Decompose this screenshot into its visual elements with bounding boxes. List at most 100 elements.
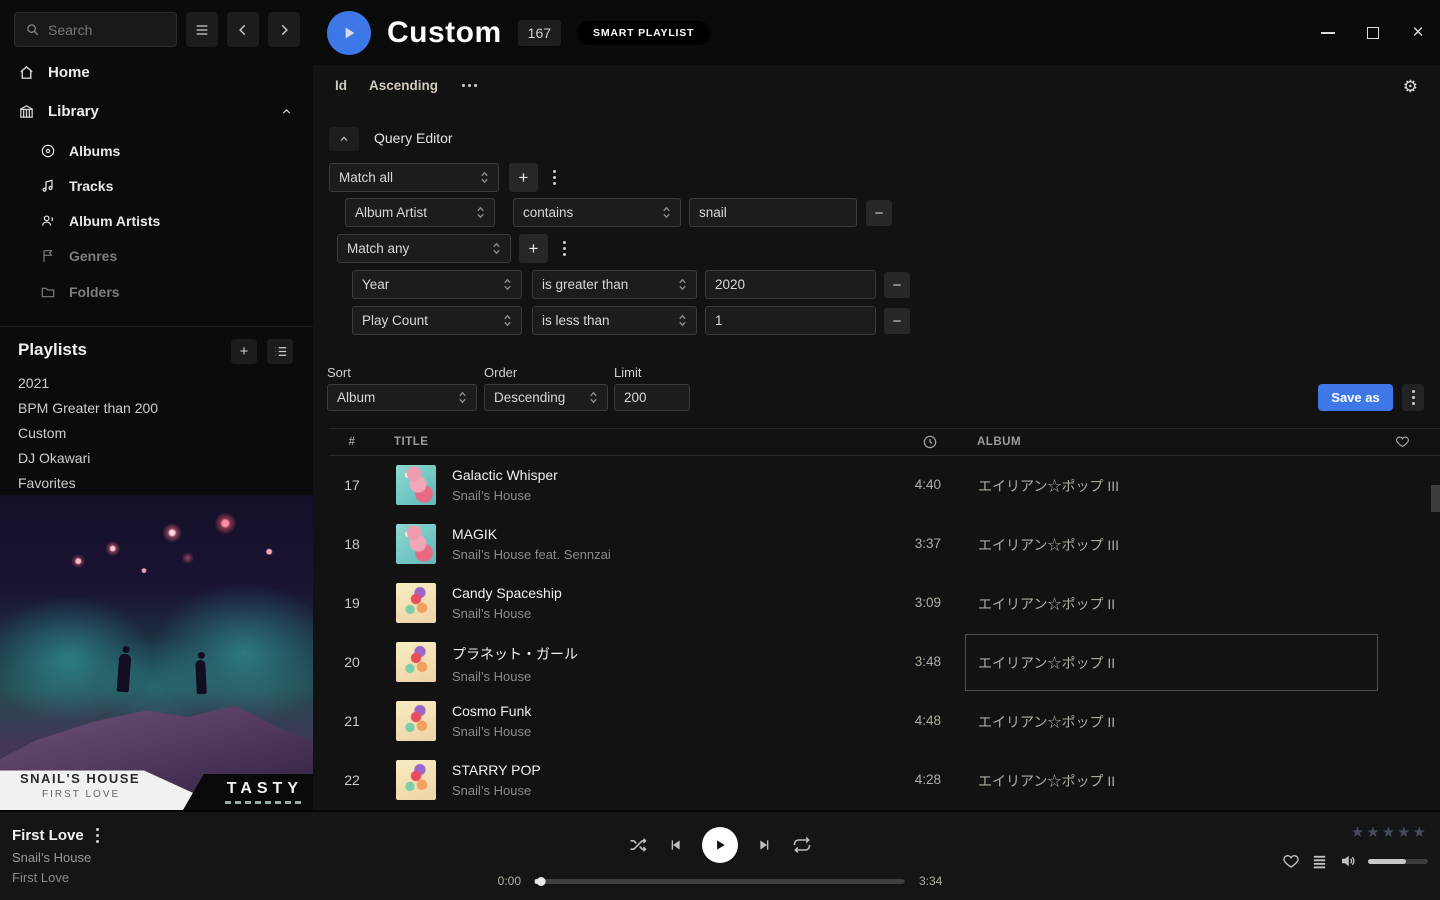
favorite-column-icon[interactable] [1395,434,1410,449]
favorite-icon[interactable] [1282,852,1300,870]
column-number[interactable]: # [329,436,375,448]
sort-field-button[interactable]: Id [335,78,347,93]
rule-field-select[interactable]: Year [352,270,522,299]
column-title[interactable]: TITLE [394,436,428,448]
table-row[interactable]: 19 Candy Spaceship Snail’s House 3:09 エイ… [329,574,1440,633]
track-artist[interactable]: Snail’s House [452,724,531,739]
shuffle-button[interactable] [628,835,648,855]
track-artist[interactable]: Snail’s House feat. Sennzai [452,547,611,562]
add-rule-button[interactable]: + [509,163,538,192]
track-album-cell[interactable]: エイリアン☆ポップ II [965,693,1378,750]
add-playlist-button[interactable]: + [231,339,257,364]
volume-slider[interactable] [1368,859,1428,864]
playlist-list-icon[interactable] [267,339,293,364]
now-playing-artist[interactable]: Snail’s House [12,850,91,865]
limit-input[interactable] [614,384,690,411]
track-duration: 4:48 [829,713,941,728]
repeat-button[interactable] [792,835,812,855]
track-artist[interactable]: Snail’s House [452,669,578,684]
sidebar-item-folders[interactable]: Folders [40,284,120,300]
add-subrule-button[interactable]: + [519,234,548,263]
artist-icon [40,213,56,229]
save-as-button[interactable]: Save as [1318,384,1393,411]
play-playlist-button[interactable] [327,11,371,55]
sort-select[interactable]: Album [327,384,477,411]
playlist-item[interactable]: 2021 [18,371,268,396]
more-options-icon[interactable] [460,84,478,87]
subgroup-menu-icon[interactable] [555,234,573,263]
playlist-item[interactable]: BPM Greater than 200 [18,396,268,421]
play-button[interactable] [702,827,738,863]
rule-value-input[interactable] [689,198,857,227]
sidebar-item-library[interactable]: Library [18,103,99,120]
menu-icon[interactable] [186,12,218,47]
next-button[interactable] [757,837,773,853]
sidebar-item-label: Tracks [69,178,113,194]
table-row[interactable]: 21 Cosmo Funk Snail’s House 4:48 エイリアン☆ポ… [329,692,1440,751]
star-icon[interactable]: ★ [1382,823,1395,841]
sidebar-item-tracks[interactable]: Tracks [40,178,113,194]
now-playing-title[interactable]: First Love [12,827,84,844]
now-playing-menu-icon[interactable] [96,826,99,844]
track-artist[interactable]: Snail’s House [452,606,562,621]
maximize-button[interactable] [1365,25,1381,41]
table-row[interactable]: 20 プラネット・ガール Snail’s House 3:48 エイリアン☆ポッ… [329,633,1440,692]
query-editor-collapse-button[interactable] [329,127,359,151]
sidebar-item-albums[interactable]: Albums [40,143,120,159]
previous-button[interactable] [667,837,683,853]
sidebar-item-album-artists[interactable]: Album Artists [40,213,160,229]
remove-rule-button[interactable]: − [884,308,910,334]
rule-value-input[interactable] [705,270,876,299]
rule-field-select[interactable]: Album Artist [345,198,495,227]
seek-bar[interactable] [535,879,905,884]
playlist-item[interactable]: Custom [18,421,268,446]
star-icon[interactable]: ★ [1397,823,1410,841]
rule-group-menu-icon[interactable] [545,163,563,192]
sort-direction-button[interactable]: Ascending [369,78,438,93]
playlist-item[interactable]: Favorites [18,471,268,496]
back-button[interactable] [227,12,259,47]
order-select[interactable]: Descending [484,384,608,411]
track-artist[interactable]: Snail’s House [452,488,558,503]
close-button[interactable]: × [1410,25,1426,41]
rule-value-input[interactable] [705,306,876,335]
track-album-cell[interactable]: エイリアン☆ポップ II [965,752,1378,809]
remove-rule-button[interactable]: − [884,272,910,298]
sidebar-item-home[interactable]: Home [18,64,90,81]
rule-operator-select[interactable]: contains [513,198,681,227]
search-input[interactable] [48,22,166,38]
rule-operator-select[interactable]: is less than [532,306,697,335]
match-all-select[interactable]: Match all [329,163,499,192]
queue-icon[interactable] [1311,853,1328,870]
star-icon[interactable]: ★ [1351,823,1364,841]
gear-icon[interactable]: ⚙ [1403,77,1418,97]
column-album[interactable]: ALBUM [977,436,1021,448]
table-row[interactable]: 22 STARRY POP Snail’s House 4:28 エイリアン☆ポ… [329,751,1440,810]
duration-column-icon[interactable] [922,434,938,450]
star-icon[interactable]: ★ [1413,823,1426,841]
query-menu-icon[interactable] [1402,384,1424,411]
now-playing-artwork[interactable]: SNAIL'S HOUSE FIRST LOVE TASTY [0,495,313,810]
track-album-cell[interactable]: エイリアン☆ポップ III [965,457,1378,514]
rule-operator-select[interactable]: is greater than [532,270,697,299]
forward-button[interactable] [268,12,300,47]
remove-rule-button[interactable]: − [866,200,892,226]
sidebar-item-genres[interactable]: Genres [40,248,117,264]
rule-field-select[interactable]: Play Count [352,306,522,335]
volume-icon[interactable] [1339,852,1357,870]
track-album-cell[interactable]: エイリアン☆ポップ II [965,634,1378,691]
track-album-cell[interactable]: エイリアン☆ポップ II [965,575,1378,632]
scrollbar-thumb[interactable] [1431,485,1440,512]
star-icon[interactable]: ★ [1366,823,1379,841]
table-row[interactable]: 17 Galactic Whisper Snail’s House 4:40 エ… [329,456,1440,515]
search-box[interactable] [14,12,177,47]
seek-thumb[interactable] [537,877,546,886]
match-any-select[interactable]: Match any [337,234,511,263]
track-album-cell[interactable]: エイリアン☆ポップ III [965,516,1378,573]
artwork-label-banner: TASTY [183,774,313,810]
minimize-button[interactable] [1320,25,1336,41]
track-artist[interactable]: Snail’s House [452,783,541,798]
playlist-item[interactable]: DJ Okawari [18,446,268,471]
table-row[interactable]: 18 MAGIK Snail’s House feat. Sennzai 3:3… [329,515,1440,574]
now-playing-album[interactable]: First Love [12,870,69,885]
